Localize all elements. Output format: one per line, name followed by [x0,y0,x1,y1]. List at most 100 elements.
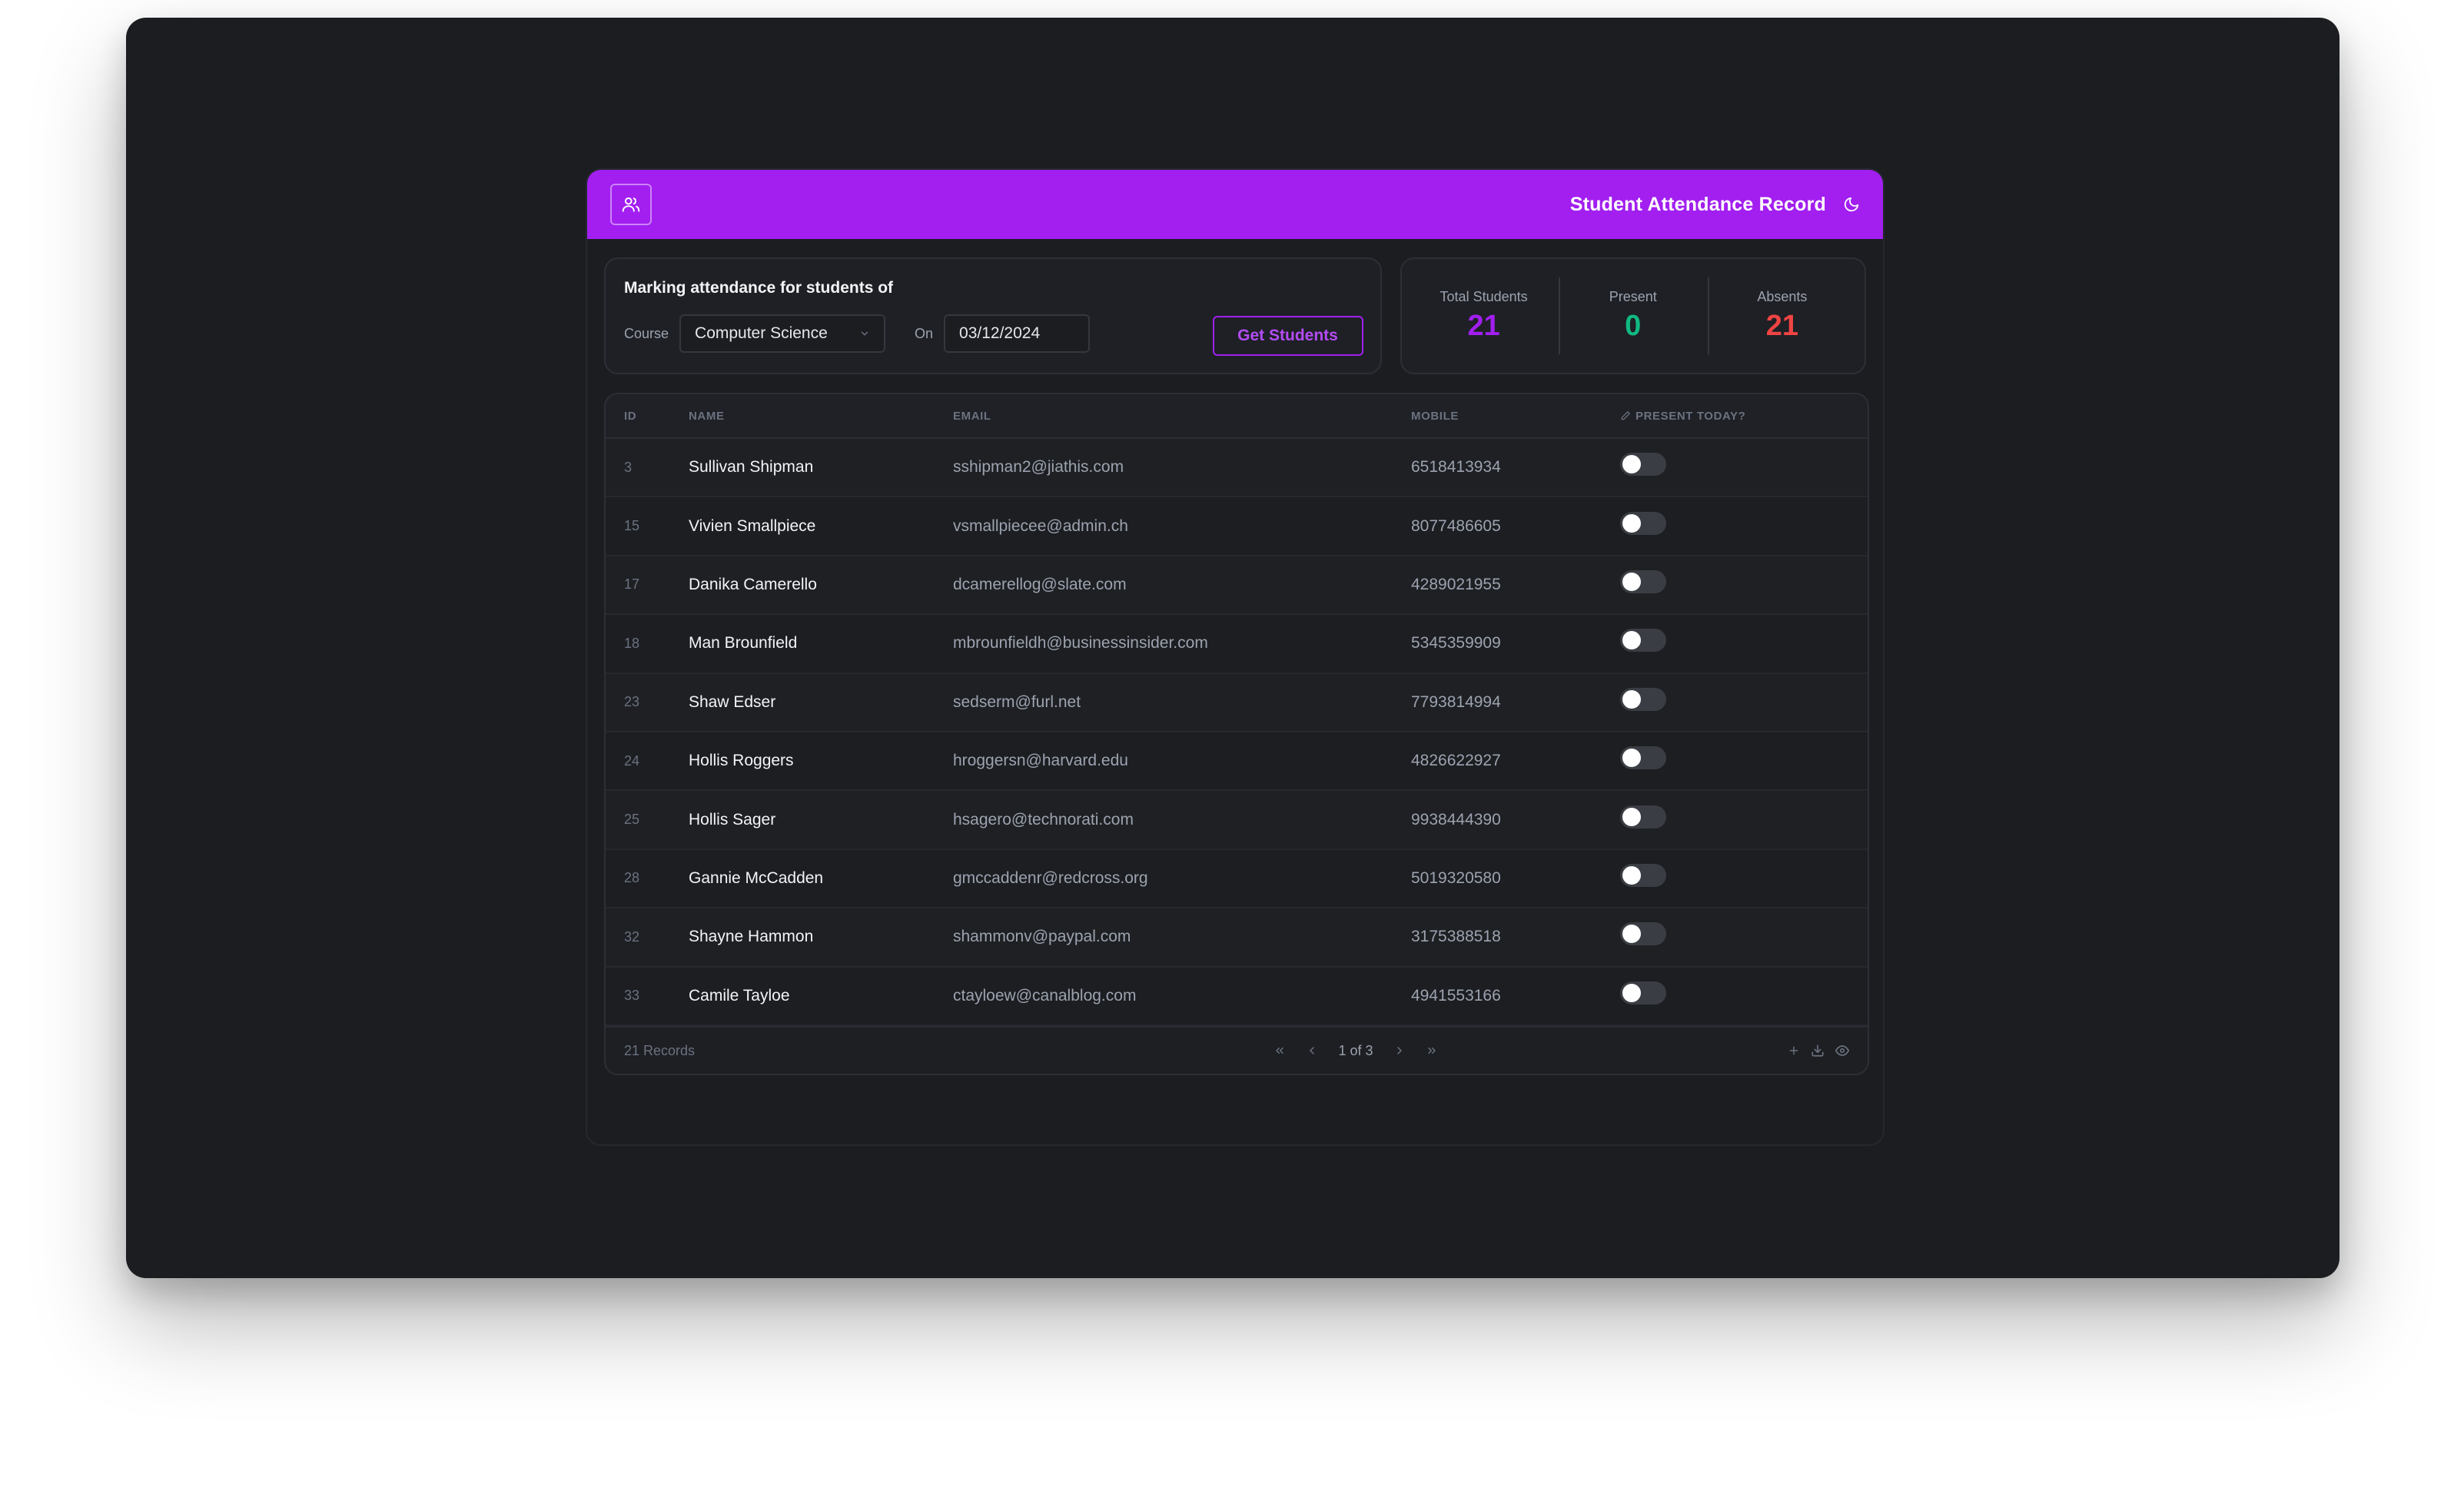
toggle-knob [1622,689,1641,709]
table-row: 24 Hollis Roggers hroggersn@harvard.edu 482… [606,732,1868,792]
table-row: 33 Camile Tayloe ctayloew@canalblog.com 494… [606,967,1868,1026]
cell-mobile: 6518413934 [1411,458,1501,477]
users-icon[interactable] [610,184,652,225]
cell-name: Gannie McCadden [689,868,824,887]
present-toggle[interactable] [1620,746,1666,770]
cell-id: 24 [624,752,640,769]
cell-email: vsmallpiecee@admin.ch [953,516,1128,535]
app-window: Student Attendance Record Marking attend… [126,18,2339,1278]
cell-mobile: 4826622927 [1411,752,1501,770]
cell-mobile: 8077486605 [1411,516,1501,535]
column-name[interactable]: NAME [689,410,953,423]
download-icon[interactable] [1811,1044,1825,1058]
moon-icon[interactable] [1843,196,1860,213]
cell-name: Shayne Hammon [689,928,814,946]
course-value: Computer Science [695,324,828,342]
toggle-knob [1622,455,1641,474]
cell-mobile: 5019320580 [1411,868,1501,887]
cell-mobile: 5345359909 [1411,634,1501,653]
stat-total: Total Students 21 [1410,277,1559,354]
cell-present [1620,687,1851,711]
chevron-down-icon [859,328,870,339]
cell-name: Man Brounfield [689,634,798,653]
cell-present [1620,805,1851,829]
page-title: Student Attendance Record [1569,193,1826,215]
table-footer: 21 Records 1 of 3 [606,1026,1868,1074]
present-toggle[interactable] [1620,629,1666,653]
cell-email: sedserm@furl.net [953,692,1081,711]
pencil-icon [1620,410,1631,421]
attendance-form: Marking attendance for students of Cours… [604,257,1382,374]
date-field[interactable]: 03/12/2024 [944,314,1091,353]
chevrons-left-icon[interactable] [1274,1044,1286,1057]
table-row: 23 Shaw Edser sedserm@furl.net 7793814994 [606,673,1868,732]
present-toggle[interactable] [1620,570,1666,593]
stats-panel: Total Students 21 Present 0 Absents 21 [1400,257,1866,374]
table-row: 15 Vivien Smallpiece vsmallpiecee@admin.ch… [606,497,1868,556]
column-mobile[interactable]: MOBILE [1411,410,1620,423]
cell-id: 32 [624,928,640,945]
cell-present [1620,922,1851,946]
course-select[interactable]: Computer Science [679,314,886,353]
toggle-knob [1622,513,1641,533]
cell-mobile: 9938444390 [1411,810,1501,829]
cell-email: dcamerellog@slate.com [953,575,1127,593]
stat-value: 0 [1625,310,1642,342]
cell-present [1620,981,1851,1005]
stat-value: 21 [1467,310,1500,342]
present-toggle[interactable] [1620,511,1666,535]
cell-email: ctayloew@canalblog.com [953,986,1137,1005]
present-toggle[interactable] [1620,687,1666,711]
table-tools [1619,1044,1849,1058]
cell-present [1620,511,1851,535]
stat-value: 21 [1765,310,1799,342]
chevron-left-icon[interactable] [1306,1044,1318,1057]
present-toggle[interactable] [1620,981,1666,1005]
course-label: Course [624,325,669,341]
column-present[interactable]: PRESENT TODAY? [1620,410,1851,423]
cell-id: 28 [624,870,640,886]
cell-email: sshipman2@jiathis.com [953,458,1124,477]
cell-present [1620,863,1851,887]
cell-mobile: 4289021955 [1411,575,1501,593]
records-count: 21 Records [624,1042,696,1058]
page-indicator: 1 of 3 [1338,1042,1373,1058]
present-toggle[interactable] [1620,453,1666,477]
table-body: 3 Sullivan Shipman sshipman2@jiathis.com 65… [606,439,1868,1026]
cell-name: Hollis Roggers [689,752,794,770]
present-toggle[interactable] [1620,805,1666,829]
cell-mobile: 7793814994 [1411,692,1501,711]
chevrons-right-icon[interactable] [1426,1044,1438,1057]
column-present-label: PRESENT TODAY? [1635,409,1746,423]
present-toggle[interactable] [1620,863,1666,887]
stat-present: Present 0 [1558,277,1708,354]
table-row: 18 Man Brounfield mbrounfieldh@businessins… [606,615,1868,674]
toggle-knob [1622,631,1641,650]
present-toggle[interactable] [1620,922,1666,946]
column-id[interactable]: ID [606,410,689,423]
cell-id: 23 [624,694,640,710]
plus-icon[interactable] [1788,1044,1800,1057]
chevron-right-icon[interactable] [1393,1044,1406,1057]
cell-id: 25 [624,812,640,828]
form-title: Marking attendance for students of [624,279,894,297]
eye-icon[interactable] [1835,1044,1849,1058]
top-bar: Student Attendance Record [587,170,1883,239]
cell-email: hroggersn@harvard.edu [953,752,1128,770]
cell-id: 15 [624,518,640,534]
cell-name: Camile Tayloe [689,986,790,1005]
table-row: 17 Danika Camerello dcamerellog@slate.com 4… [606,556,1868,616]
cell-mobile: 4941553166 [1411,986,1501,1005]
date-value: 03/12/2024 [959,324,1041,342]
table-header: ID NAME EMAIL MOBILE PRESENT TODAY? [606,394,1868,439]
get-students-button[interactable]: Get Students [1212,316,1363,356]
toggle-knob [1622,572,1641,591]
cell-name: Vivien Smallpiece [689,516,816,535]
cell-present [1620,570,1851,593]
column-email[interactable]: EMAIL [953,410,1411,423]
cell-id: 3 [624,459,633,475]
cell-mobile: 3175388518 [1411,928,1501,946]
toggle-knob [1622,865,1641,885]
stat-absents: Absents 21 [1707,277,1857,354]
cell-email: gmccaddenr@redcross.org [953,868,1148,887]
